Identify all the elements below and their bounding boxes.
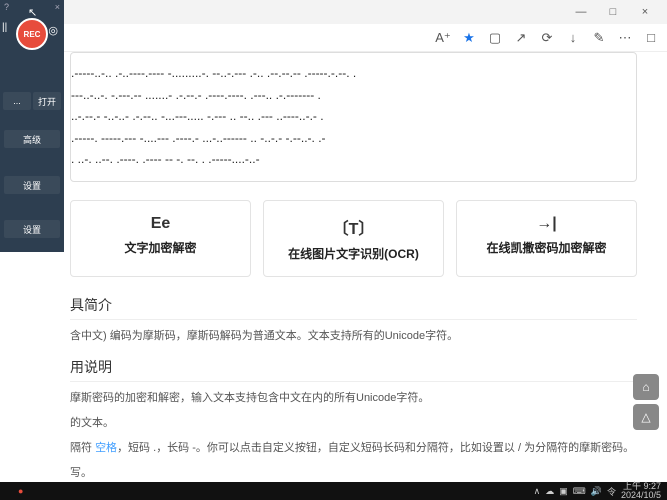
recorder-panel: ? × REC || ◎ ... 打开 高级 设置 设置: [0, 0, 64, 252]
card-caesar[interactable]: →| 在线凯撒密码加密解密: [456, 200, 637, 277]
ocr-icon: 〔T〕: [270, 215, 437, 239]
tray-icon[interactable]: ☁: [545, 486, 554, 497]
caesar-icon: →|: [463, 215, 630, 233]
help-icon[interactable]: ?: [4, 2, 9, 12]
sidebar-icon[interactable]: □: [643, 30, 659, 46]
taskbar: ● ∧ ☁ ▣ ⌨ 🔊 令 上午 9:27 2024/10/5: [0, 482, 667, 500]
usage-text: 写。: [70, 463, 637, 482]
card-text-encrypt[interactable]: Ee 文字加密解密: [70, 200, 251, 277]
card-ocr[interactable]: 〔T〕 在线图片文字识别(OCR): [263, 200, 444, 277]
intro-heading: 具简介: [70, 295, 637, 320]
pause-icon[interactable]: ||: [2, 22, 7, 33]
settings2-button[interactable]: 设置: [4, 220, 60, 238]
advanced-button[interactable]: 高级: [4, 130, 60, 148]
usage-text: 隔符 空格，短码 .，长码 -。你可以点击自定义按钮，自定义短码长码和分隔符，比…: [70, 438, 637, 459]
open-button[interactable]: 打开: [33, 92, 61, 110]
read-aloud-icon[interactable]: A⁺: [435, 30, 451, 46]
intro-text: 含中文) 编码为摩斯码，摩斯码解码为普通文本。文本支持所有的Unicode字符。: [70, 326, 637, 347]
more-icon[interactable]: ⋯: [617, 30, 633, 46]
cursor-icon: ↖: [28, 6, 37, 19]
tray-icon[interactable]: ⌨: [573, 486, 586, 497]
taskbar-date: 2024/10/5: [621, 491, 661, 500]
tray-icon[interactable]: ▣: [559, 486, 568, 497]
scroll-top-button[interactable]: ⌂: [633, 374, 659, 400]
favorite-icon[interactable]: ★: [461, 30, 477, 46]
extensions-icon[interactable]: ✎: [591, 30, 607, 46]
card-title: 文字加密解密: [77, 239, 244, 256]
open-prefix-button[interactable]: ...: [3, 92, 31, 110]
usage-heading: 用说明: [70, 357, 637, 382]
scroll-up-button[interactable]: △: [633, 404, 659, 430]
text-icon: Ee: [77, 215, 244, 233]
tray-icon[interactable]: ∧: [534, 486, 541, 497]
close-icon[interactable]: ×: [55, 2, 60, 12]
win-minimize[interactable]: —: [567, 6, 595, 18]
tray-icon[interactable]: 令: [607, 485, 616, 498]
settings-button[interactable]: 设置: [4, 176, 60, 194]
downloads-icon[interactable]: ↓: [565, 30, 581, 46]
share-icon[interactable]: ↗: [513, 30, 529, 46]
usage-text: 的文本。: [70, 413, 637, 434]
win-maximize[interactable]: □: [599, 6, 627, 18]
usage-text: 摩斯密码的加密和解密，输入文本支持包含中文在内的所有Unicode字符。: [70, 388, 637, 409]
card-title: 在线图片文字识别(OCR): [270, 245, 437, 262]
browser-toolbar: A⁺ ★ ▢ ↗ ⟳ ↓ ✎ ⋯ □: [0, 24, 667, 52]
camera-icon[interactable]: ◎: [48, 24, 58, 37]
taskbar-rec-icon[interactable]: ●: [18, 486, 23, 496]
refresh-icon[interactable]: ⟳: [539, 30, 555, 46]
collections-icon[interactable]: ▢: [487, 30, 503, 46]
record-button[interactable]: REC: [16, 18, 48, 50]
card-title: 在线凯撒密码加密解密: [463, 239, 630, 256]
space-link[interactable]: 空格: [95, 442, 117, 454]
tray-icon[interactable]: 🔊: [591, 486, 602, 497]
win-close[interactable]: ×: [631, 6, 659, 18]
morse-output: .-----..-.. .-..----.---- -.........-. -…: [70, 52, 637, 182]
